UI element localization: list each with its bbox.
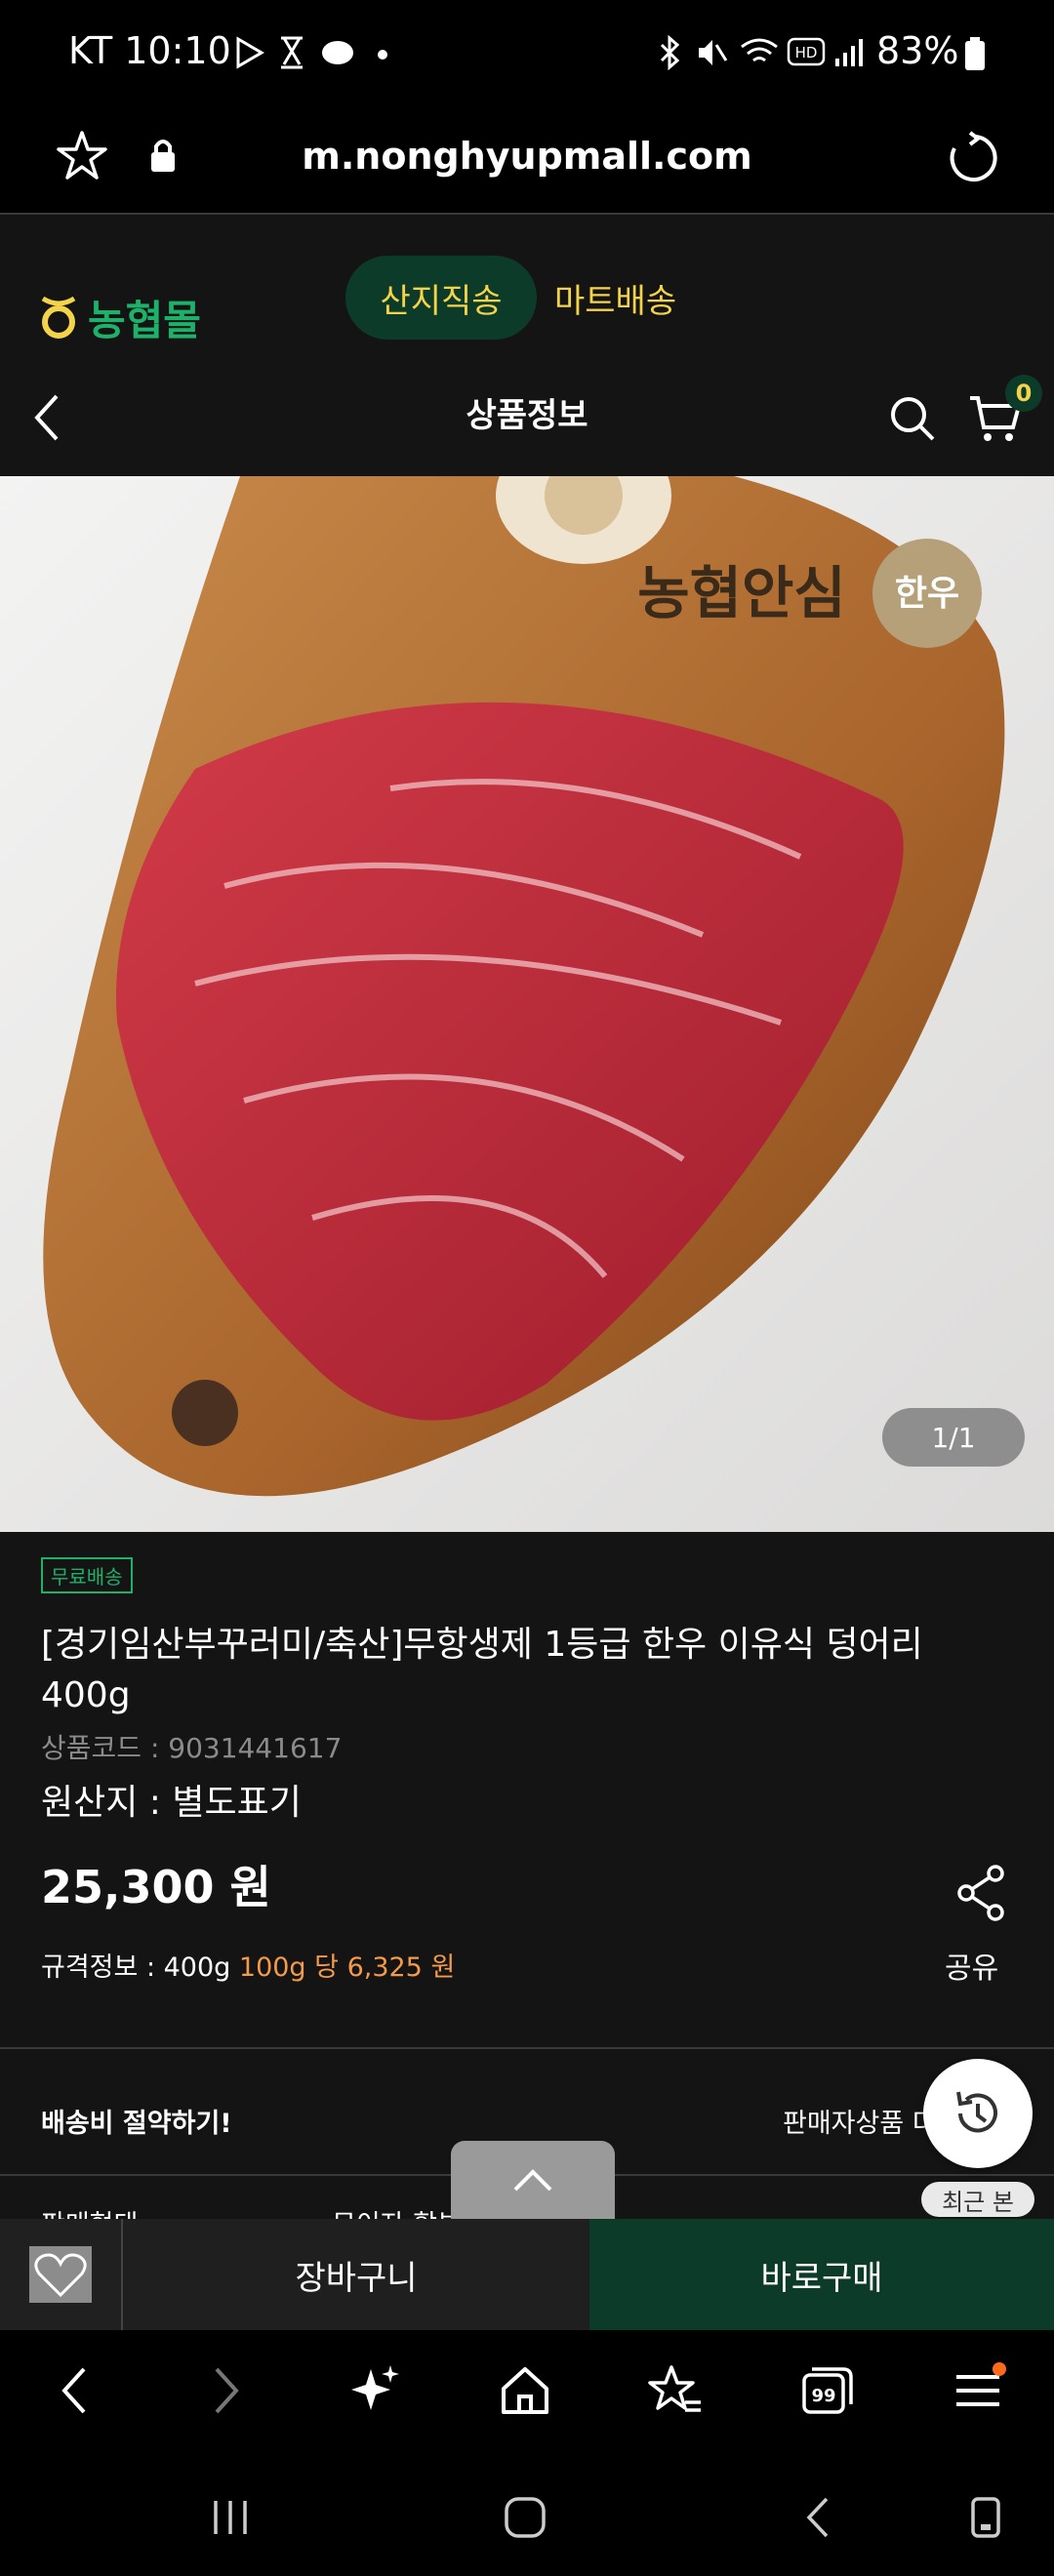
- image-pager: 1/1: [882, 1408, 1025, 1467]
- hd-icon: HD: [787, 37, 826, 66]
- mute-icon: [699, 40, 728, 65]
- svg-text:HD: HD: [795, 44, 818, 61]
- nonghyup-logo-icon: [41, 296, 76, 339]
- browser-tabs-button[interactable]: 99: [789, 2352, 867, 2430]
- product-spec: 규격정보 : 400g 100g 당 6,325 원: [41, 1946, 455, 1984]
- back-arrow-icon: [61, 2367, 86, 2414]
- back-nav-button[interactable]: [781, 2478, 859, 2556]
- home-icon: [502, 2367, 548, 2414]
- cloud-icon: [322, 41, 353, 64]
- spec-label: 규격정보 : 400g: [41, 1952, 231, 1983]
- add-to-cart-button[interactable]: 장바구니: [123, 2219, 589, 2330]
- scroll-top-tab[interactable]: [451, 2141, 615, 2219]
- product-price: 25,300 원: [41, 1861, 271, 1913]
- url-text[interactable]: m.nonghyupmall.com: [0, 135, 1054, 178]
- bookmarks-star-icon: [648, 2365, 701, 2412]
- tab-count-text: 99: [811, 2386, 835, 2406]
- cart-count-badge: 0: [1005, 375, 1042, 412]
- sparkle-icon: [351, 2365, 399, 2410]
- bluetooth-icon: [660, 35, 680, 70]
- site-logo[interactable]: 농협몰: [39, 273, 201, 361]
- image-watermark-text: 농협안심: [637, 560, 845, 626]
- free-shipping-badge: 무료배송: [41, 1557, 133, 1593]
- share-icon[interactable]: [954, 1864, 1009, 1922]
- site-header: 농협몰 산지직송 마트배송 상품정보: [0, 215, 1054, 478]
- product-code: 상품코드 : 9031441617: [41, 1732, 343, 1764]
- browser-ai-button[interactable]: [336, 2352, 414, 2430]
- dot-icon: [378, 50, 387, 60]
- recent-viewed-label: 최근 본: [921, 2182, 1034, 2217]
- reload-icon[interactable]: [945, 129, 1003, 187]
- svg-text:한우: 한우: [895, 574, 959, 614]
- spec-unit-price: 100g 당 6,325 원: [238, 1952, 456, 1983]
- browser-back-button[interactable]: [35, 2352, 113, 2430]
- browser-url-bar: m.nonghyupmall.com: [0, 107, 1054, 215]
- home-nav-icon: [505, 2497, 546, 2538]
- hourglass-icon: [281, 36, 303, 69]
- signal-icon: [835, 39, 863, 66]
- logo-text: 농협몰: [88, 296, 201, 344]
- product-photo: 한우 농협안심: [0, 476, 1054, 1532]
- tab-origin-direct[interactable]: 산지직송: [345, 256, 537, 340]
- share-label[interactable]: 공유: [945, 1944, 998, 1987]
- back-nav-icon: [806, 2497, 829, 2538]
- status-carrier-time: KT 10:10: [68, 29, 231, 72]
- browser-home-button[interactable]: [486, 2352, 564, 2430]
- tab-mart-delivery[interactable]: 마트배송: [554, 256, 676, 340]
- chevron-up-icon: [513, 2169, 552, 2192]
- status-bar: KT 10:10 HD 83%: [0, 0, 1054, 107]
- history-icon: [956, 2091, 997, 2133]
- phone-rotate-icon: [971, 2497, 1000, 2538]
- wishlist-button[interactable]: [0, 2219, 123, 2330]
- forward-arrow-icon: [215, 2367, 239, 2414]
- browser-forward-button[interactable]: [187, 2352, 265, 2430]
- home-nav-button[interactable]: [486, 2478, 564, 2556]
- tabs-icon: 99: [802, 2367, 853, 2414]
- recent-apps-icon: [214, 2501, 247, 2534]
- search-icon[interactable]: [888, 394, 937, 443]
- hamburger-menu-icon: [956, 2362, 1006, 2406]
- play-store-icon: [236, 36, 264, 69]
- heart-icon: [29, 2246, 92, 2303]
- browser-bookmarks-button[interactable]: [636, 2352, 714, 2430]
- wifi-icon: [741, 38, 778, 62]
- product-origin: 원산지 : 별도표기: [41, 1783, 302, 1823]
- product-title: [경기임산부꾸러미/축산]무항생제 1등급 한우 이유식 덩어리 400g: [41, 1625, 923, 1715]
- keyboard-nav-button[interactable]: [947, 2478, 1025, 2556]
- product-image[interactable]: 한우 농협안심: [0, 476, 1054, 1532]
- browser-menu-button[interactable]: [939, 2352, 1017, 2430]
- buy-now-button[interactable]: 바로구매: [589, 2219, 1054, 2330]
- battery-percent: 83%: [876, 29, 959, 72]
- recent-viewed-button[interactable]: [923, 2059, 1033, 2168]
- battery-icon: [965, 37, 985, 70]
- shipping-save-label[interactable]: 배송비 절약하기!: [41, 2102, 232, 2140]
- recent-apps-button[interactable]: [191, 2478, 269, 2556]
